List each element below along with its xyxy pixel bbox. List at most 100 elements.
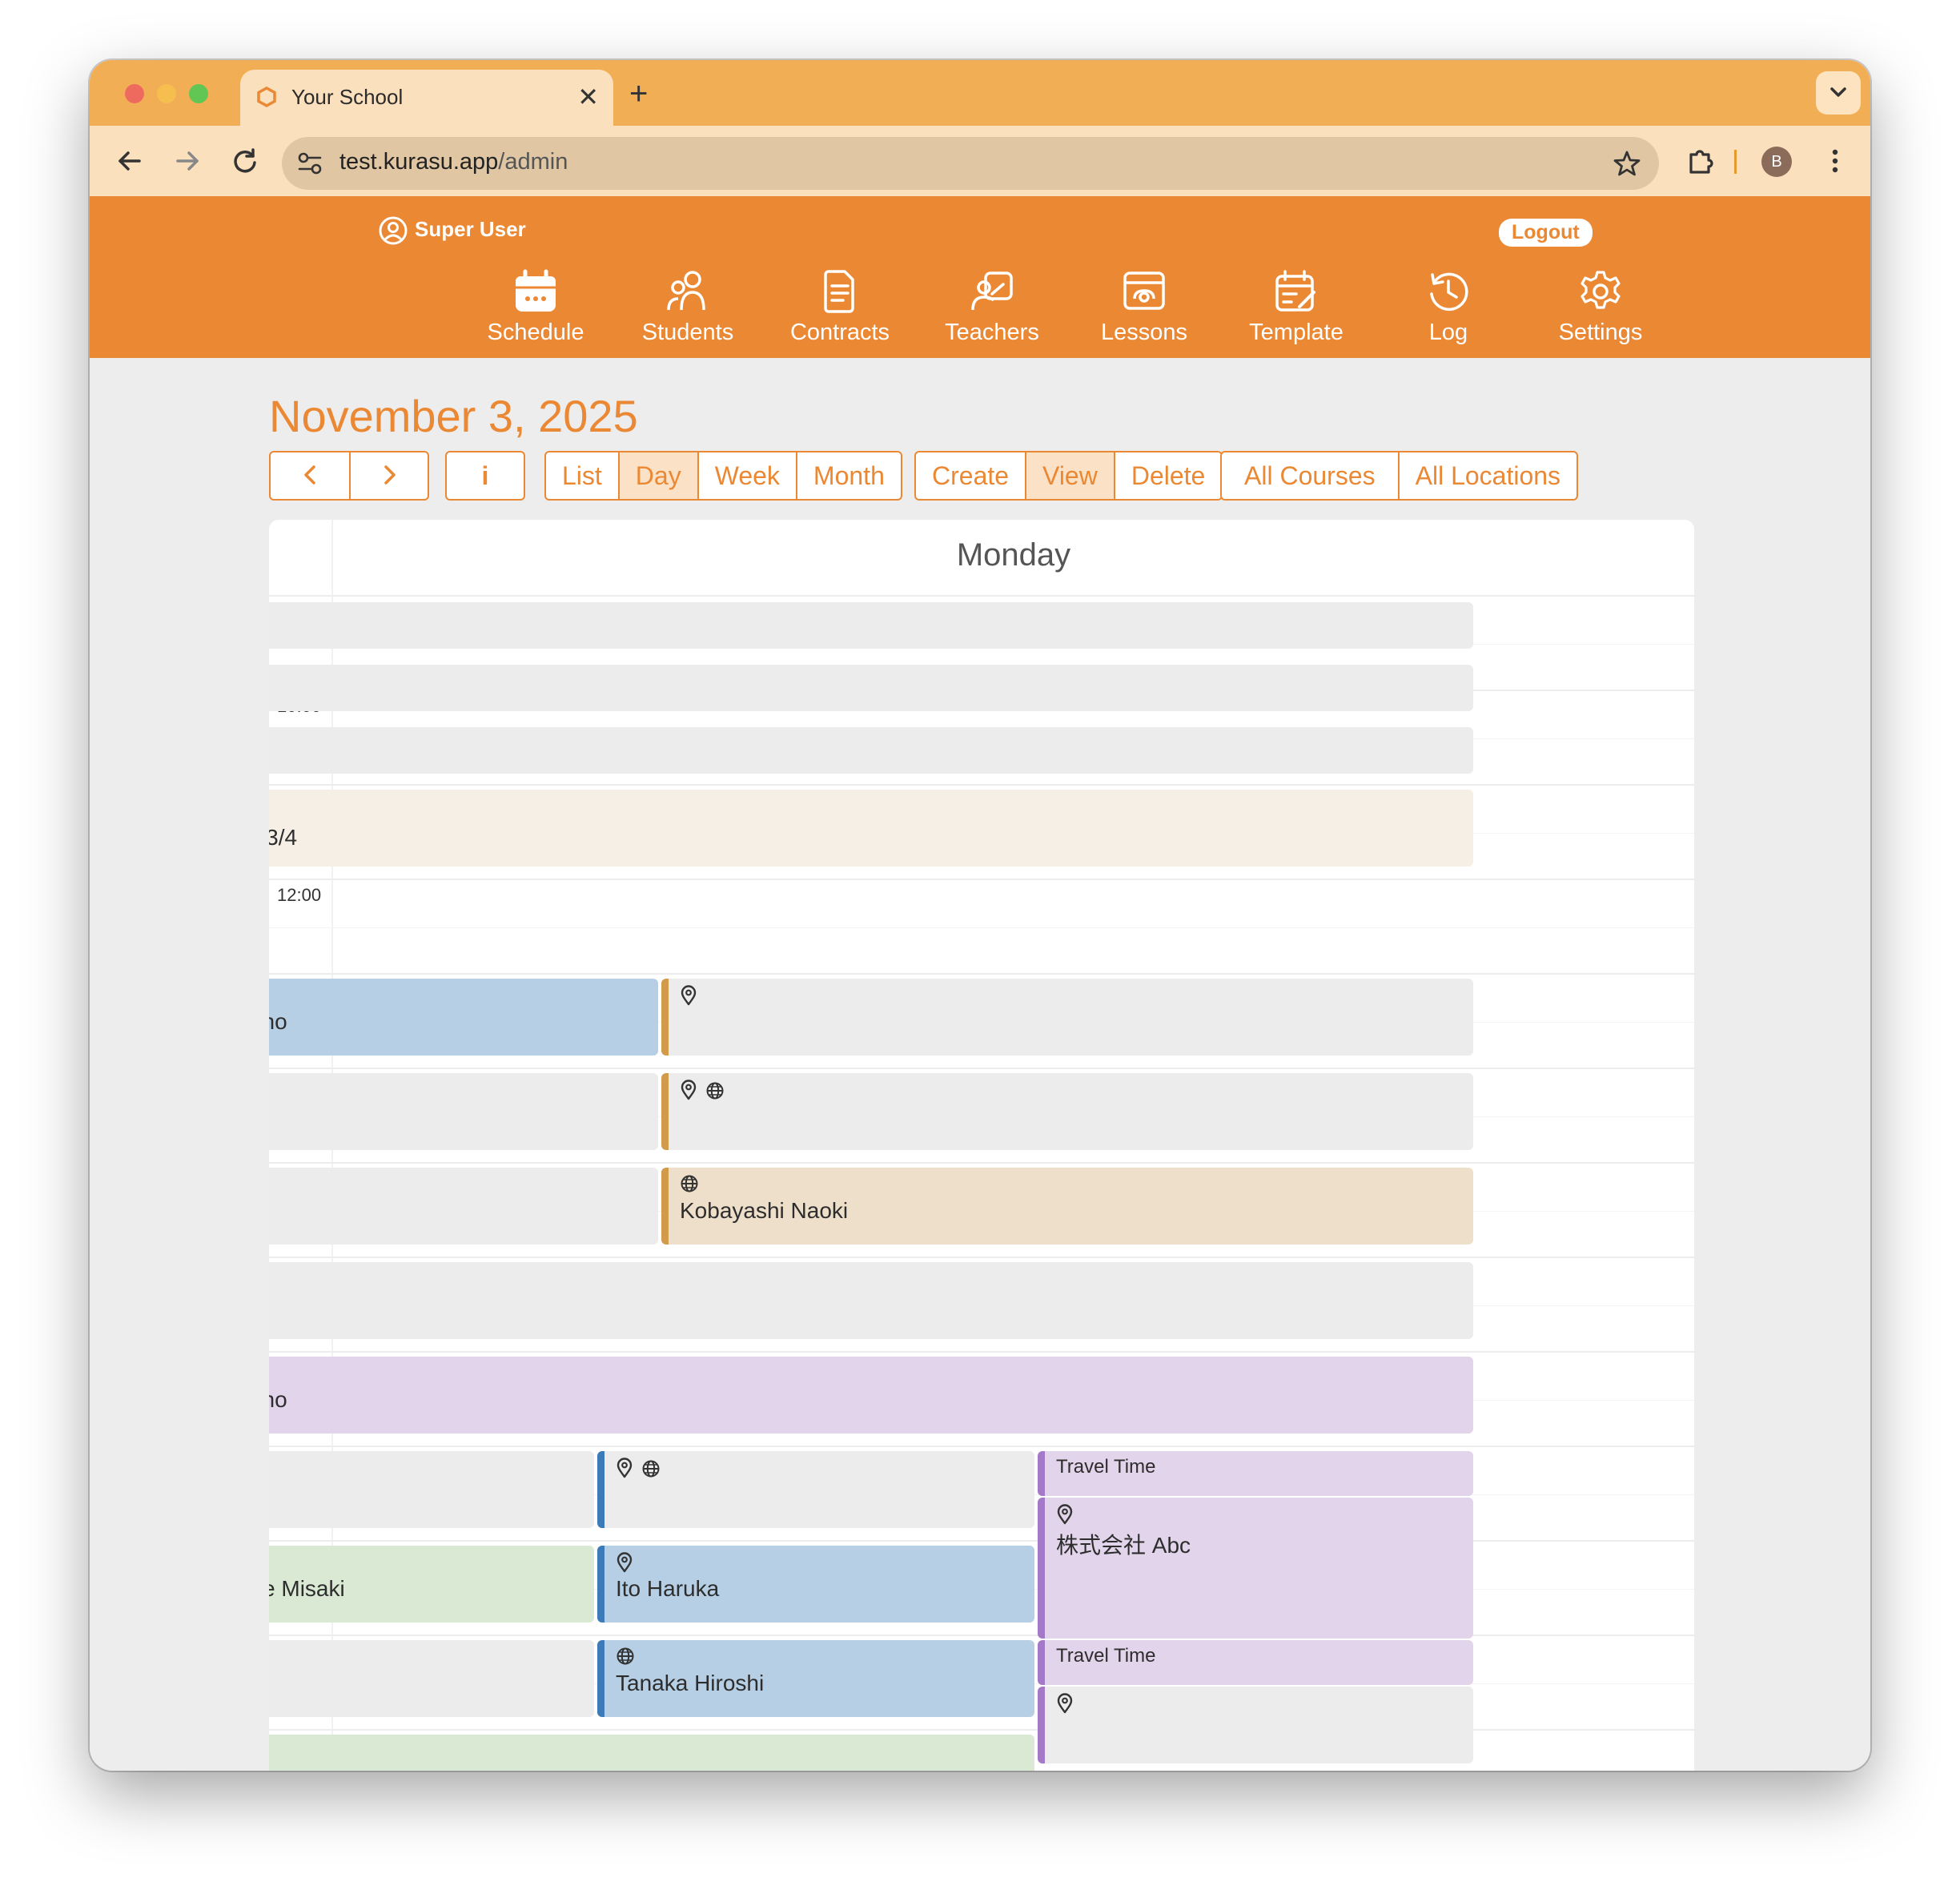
bookmark-star-icon[interactable] <box>1613 149 1641 178</box>
more-vertical-icon[interactable] <box>1816 142 1854 180</box>
new-tab-icon[interactable]: + <box>629 74 648 113</box>
calendar-event[interactable]: Watanabe Misaki <box>269 1546 594 1623</box>
location-filter-button[interactable]: All Locations <box>1397 452 1576 499</box>
nav-template[interactable]: Template <box>1220 268 1372 346</box>
close-window-button[interactable] <box>125 84 144 103</box>
mode-view-button[interactable]: View <box>1025 452 1114 499</box>
event-label: Suzuki Sho <box>269 1387 287 1412</box>
calendar-event[interactable]: Suzuki Sho <box>269 979 658 1056</box>
calendar-event[interactable]: Kobayashi Naoki <box>661 1168 1473 1245</box>
location-pin-icon <box>617 1458 633 1478</box>
event-icons <box>1056 1693 1462 1714</box>
calendar-icon <box>516 269 556 312</box>
calendar-event[interactable]: Travel Time <box>1038 1640 1473 1685</box>
hour-gridline <box>269 1540 1694 1542</box>
prev-day-button[interactable] <box>271 452 349 499</box>
calendar-event[interactable] <box>269 1735 1034 1771</box>
close-tab-icon[interactable]: ✕ <box>577 81 599 113</box>
calendar-event[interactable]: Suzuki Sho <box>269 1357 1473 1434</box>
half-hour-gridline <box>269 927 1694 928</box>
toolbar-separator <box>1734 150 1737 174</box>
profile-avatar[interactable]: B <box>1761 147 1792 177</box>
view-list-button[interactable]: List <box>546 452 618 499</box>
hour-gridline <box>269 1257 1694 1258</box>
event-label: レベル 1 3/4 <box>269 825 298 850</box>
location-pin-icon <box>1057 1693 1073 1714</box>
location-pin-icon <box>1057 1504 1073 1525</box>
hour-gridline <box>269 1351 1694 1353</box>
chevron-down-icon <box>1830 87 1846 97</box>
calendar-event[interactable] <box>269 1073 658 1150</box>
maximize-window-button[interactable] <box>189 84 208 103</box>
extensions-puzzle-icon[interactable] <box>1681 142 1720 180</box>
browser-tab[interactable]: Your School ✕ <box>240 70 613 126</box>
calendar-event[interactable] <box>1038 1687 1473 1763</box>
address-bar[interactable]: test.kurasu.app/admin <box>282 137 1659 190</box>
nav-contracts-label: Contracts <box>789 320 890 345</box>
event-label: Watanabe Misaki <box>269 1576 345 1601</box>
document-icon <box>824 270 854 313</box>
calendar-event[interactable]: Ito Haruka <box>597 1546 1034 1623</box>
forward-arrow-icon[interactable] <box>168 142 207 180</box>
tab-title: Your School <box>291 85 404 109</box>
event-icons <box>269 1741 1023 1762</box>
event-icons <box>269 1458 583 1478</box>
back-arrow-icon[interactable] <box>110 142 149 180</box>
tab-search-button[interactable] <box>1816 71 1861 115</box>
nav-contracts[interactable]: Contracts <box>764 268 916 346</box>
mode-delete-button[interactable]: Delete <box>1113 452 1221 499</box>
view-week-button[interactable]: Week <box>697 452 796 499</box>
next-day-button[interactable] <box>349 452 428 499</box>
event-icons <box>616 1552 1023 1573</box>
history-icon <box>1430 272 1468 312</box>
teacher-icon <box>971 271 1013 311</box>
nav-template-label: Template <box>1249 320 1343 345</box>
view-month-button[interactable]: Month <box>795 452 901 499</box>
course-filter-button[interactable]: All Courses <box>1222 452 1398 499</box>
nav-lessons[interactable]: Lessons <box>1068 268 1220 346</box>
minimize-window-button[interactable] <box>157 84 176 103</box>
url-host: test.kurasu.app <box>339 149 499 175</box>
calendar-event[interactable]: Tanaka Hiroshi <box>597 1640 1034 1717</box>
nav-teachers[interactable]: Teachers <box>916 268 1068 346</box>
calendar-event[interactable] <box>269 1168 658 1245</box>
site-settings-icon[interactable] <box>296 151 323 176</box>
calendar-event[interactable] <box>269 665 1473 711</box>
event-icons <box>269 1269 1462 1289</box>
calendar-event[interactable] <box>597 1451 1034 1528</box>
event-icons <box>680 1174 1462 1195</box>
calendar-event[interactable] <box>269 1451 594 1528</box>
event-icons <box>680 985 1462 1006</box>
browser-toolbar: test.kurasu.app/admin B <box>90 126 1870 196</box>
calendar-event[interactable] <box>661 979 1473 1056</box>
reload-icon[interactable] <box>226 142 264 180</box>
view-day-button[interactable]: Day <box>617 452 697 499</box>
nav-schedule[interactable]: Schedule <box>460 268 612 346</box>
calendar-event[interactable]: Travel Time <box>1038 1451 1473 1496</box>
nav-log[interactable]: Log <box>1372 268 1524 346</box>
nav-students[interactable]: Students <box>612 268 764 346</box>
calendar-event[interactable]: レベル 1 3/4 <box>269 790 1473 867</box>
event-icons <box>269 1363 1462 1384</box>
info-button[interactable]: i <box>447 452 524 499</box>
calendar-event[interactable] <box>661 1073 1473 1150</box>
user-menu[interactable]: Super User <box>378 215 526 246</box>
event-label: Tanaka Hiroshi <box>616 1671 765 1695</box>
users-icon <box>667 271 705 311</box>
calendar-event[interactable] <box>269 1262 1473 1339</box>
hour-gridline <box>269 1446 1694 1447</box>
hour-gridline <box>269 1729 1694 1731</box>
user-name: Super User <box>415 216 526 241</box>
calendar-event[interactable] <box>269 1640 594 1717</box>
calendar-event[interactable] <box>269 602 1473 649</box>
nav-students-label: Students <box>641 320 734 345</box>
online-globe-icon <box>681 1175 698 1192</box>
chevron-left-icon <box>304 465 315 485</box>
nav-settings[interactable]: Settings <box>1524 268 1677 346</box>
event-icons <box>269 1174 647 1195</box>
template-icon <box>1275 270 1315 312</box>
logout-button[interactable]: Logout <box>1499 219 1592 247</box>
mode-create-button[interactable]: Create <box>916 452 1025 499</box>
calendar-event[interactable] <box>269 727 1473 774</box>
calendar-event[interactable]: 株式会社 Abc <box>1038 1498 1473 1639</box>
